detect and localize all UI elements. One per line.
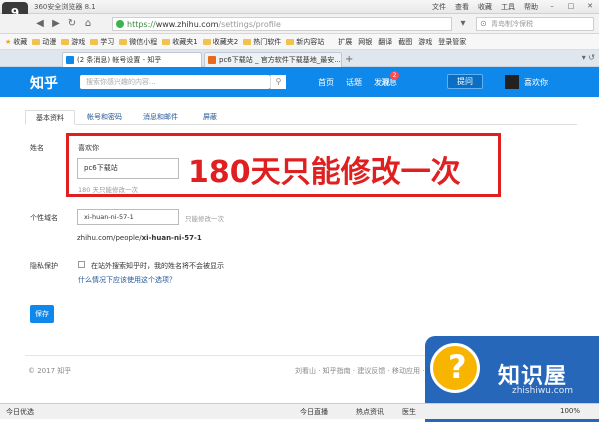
name-field[interactable]: pc6下载站: [77, 158, 179, 179]
ask-button[interactable]: 提问: [447, 74, 483, 89]
folder-icon: [119, 38, 128, 45]
url-path: /settings/profile: [218, 19, 281, 29]
domain-url: zhihu.com/people/xi-huan-ni-57-1: [77, 234, 202, 242]
folder-icon: [162, 38, 171, 45]
privacy-checkbox[interactable]: [78, 261, 85, 268]
avatar[interactable]: [505, 75, 519, 89]
nav-topics[interactable]: 话题: [346, 77, 362, 88]
menu-favorites[interactable]: 收藏: [478, 2, 492, 12]
tab-pc6[interactable]: pc6下载站 _ 官方软件下载基地_最安...: [204, 52, 342, 67]
current-name: 喜欢你: [78, 144, 99, 152]
home-icon[interactable]: ⌂: [82, 18, 94, 30]
tab-messages-email[interactable]: 消息和邮件: [133, 110, 188, 125]
privacy-option-text: 在站外搜索知乎时，我的姓名将不会被显示: [91, 262, 224, 270]
bookmarks-bar: ★ 收藏 动漫 游戏 学习 微信小程 收藏夹1 收藏夹2 热门软件 新内容站 扩展…: [0, 34, 599, 50]
annotation-text: 180天只能修改一次: [188, 155, 461, 190]
bookmark-folder[interactable]: 热门软件: [243, 37, 281, 47]
bookmark-folder[interactable]: 收藏夹2: [202, 37, 238, 47]
browser-menu-bar: 文件 查看 收藏 工具 帮助 – □ ✕: [432, 2, 599, 12]
privacy-help-link[interactable]: 什么情况下应该使用这个选项？: [78, 275, 176, 285]
domain-field[interactable]: xi-huan-ni-57-1: [77, 209, 179, 225]
status-zoom[interactable]: 100%: [560, 407, 580, 415]
zhihu-logo[interactable]: 知乎: [30, 73, 58, 93]
username[interactable]: 喜欢你: [524, 77, 548, 88]
games-button[interactable]: 游戏: [418, 37, 432, 47]
login-manager-button[interactable]: 登录管家: [438, 37, 466, 47]
translate-button[interactable]: 翻译: [378, 37, 392, 47]
menu-tools[interactable]: 工具: [501, 2, 515, 12]
maximize-icon[interactable]: □: [566, 2, 576, 12]
minimize-icon[interactable]: –: [547, 2, 557, 12]
new-tab-icon[interactable]: +: [345, 54, 353, 65]
nav-home[interactable]: 首页: [318, 77, 334, 88]
back-icon[interactable]: ◀: [34, 18, 46, 30]
address-bar: ◀ ▶ ↻ ⌂ https:// www.zhihu.com /settings…: [0, 14, 599, 34]
url-host: www.zhihu.com: [155, 19, 219, 29]
domain-hint: 只能修改一次: [185, 215, 224, 223]
footer-copyright: © 2017 知乎: [28, 367, 72, 375]
message-badge: 2: [390, 71, 399, 80]
bookmark-folder[interactable]: 动漫: [32, 37, 56, 47]
question-icon: [430, 343, 480, 393]
zhihu-favicon: [66, 56, 74, 64]
bookmark-folder[interactable]: 新内容站: [286, 37, 324, 47]
status-today-picks[interactable]: 今日优选: [6, 407, 34, 417]
url-scheme: https://: [127, 19, 156, 29]
bookmark-folder[interactable]: 游戏: [61, 37, 85, 47]
browser-titlebar: 360安全浏览器 8.1 文件 查看 收藏 工具 帮助 – □ ✕: [0, 0, 599, 14]
bookmark-folder[interactable]: 学习: [90, 37, 114, 47]
status-bar: 今日优选 今日直播 热点资讯 医生 100%: [0, 403, 599, 419]
search-icon[interactable]: ⚲: [270, 75, 286, 89]
refresh-icon[interactable]: ↻: [66, 18, 78, 30]
url-input[interactable]: https:// www.zhihu.com /settings/profile: [112, 17, 452, 31]
menu-help[interactable]: 帮助: [524, 2, 538, 12]
tab-zhihu-settings[interactable]: (2 条消息) 帐号设置 - 知乎: [62, 52, 202, 67]
menu-view[interactable]: 查看: [455, 2, 469, 12]
privacy-label: 隐私保护: [30, 262, 58, 270]
save-button[interactable]: 保存: [30, 305, 54, 323]
bank-button[interactable]: 网银: [358, 37, 372, 47]
screenshot-button[interactable]: 截图: [398, 37, 412, 47]
folder-icon: [202, 38, 211, 45]
tab-tools-icon[interactable]: ▾ ↺: [582, 53, 595, 62]
secure-icon: [116, 20, 124, 28]
star-icon: ★: [5, 37, 12, 46]
bookmark-favorites[interactable]: ★ 收藏: [5, 37, 27, 47]
domain-label: 个性域名: [30, 214, 58, 222]
folder-icon: [61, 38, 70, 45]
bookmark-folder[interactable]: 收藏夹1: [162, 37, 198, 47]
status-doctor[interactable]: 医生: [402, 407, 416, 417]
settings-tabs: 基本资料 帐号和密码 消息和邮件 屏蔽: [25, 110, 577, 125]
dropdown-icon[interactable]: ▾: [457, 18, 469, 30]
tab-bar: (2 条消息) 帐号设置 - 知乎 pc6下载站 _ 官方软件下载基地_最安..…: [0, 50, 599, 67]
browser-search-input[interactable]: 青岛制冷保税: [476, 17, 594, 31]
name-label: 姓名: [30, 144, 44, 152]
folder-icon: [243, 38, 252, 45]
folder-icon: [286, 38, 295, 45]
name-hint: 180 天只能修改一次: [78, 186, 138, 194]
bookmark-folder[interactable]: 微信小程: [119, 37, 157, 47]
close-icon[interactable]: ✕: [585, 2, 595, 12]
extensions-button[interactable]: 扩展: [338, 37, 352, 47]
tab-block[interactable]: 屏蔽: [193, 110, 227, 125]
folder-icon: [90, 38, 99, 45]
menu-file[interactable]: 文件: [432, 2, 446, 12]
zhihu-header: 知乎 搜索你感兴趣的内容... ⚲ 首页 话题 发现 消息 2 提问 喜欢你: [0, 67, 599, 97]
tab-account-password[interactable]: 帐号和密码: [77, 110, 132, 125]
tab-basic-info[interactable]: 基本资料: [25, 110, 75, 125]
zhihu-search-input[interactable]: 搜索你感兴趣的内容...: [80, 75, 270, 89]
watermark-subtitle: zhishiwu.com: [512, 386, 573, 396]
status-live[interactable]: 今日直播: [300, 407, 328, 417]
browser-title: 360安全浏览器 8.1: [34, 2, 96, 11]
status-news[interactable]: 热点资讯: [356, 407, 384, 417]
forward-icon[interactable]: ▶: [50, 18, 62, 30]
pc6-favicon: [208, 56, 216, 64]
folder-icon: [32, 38, 41, 45]
